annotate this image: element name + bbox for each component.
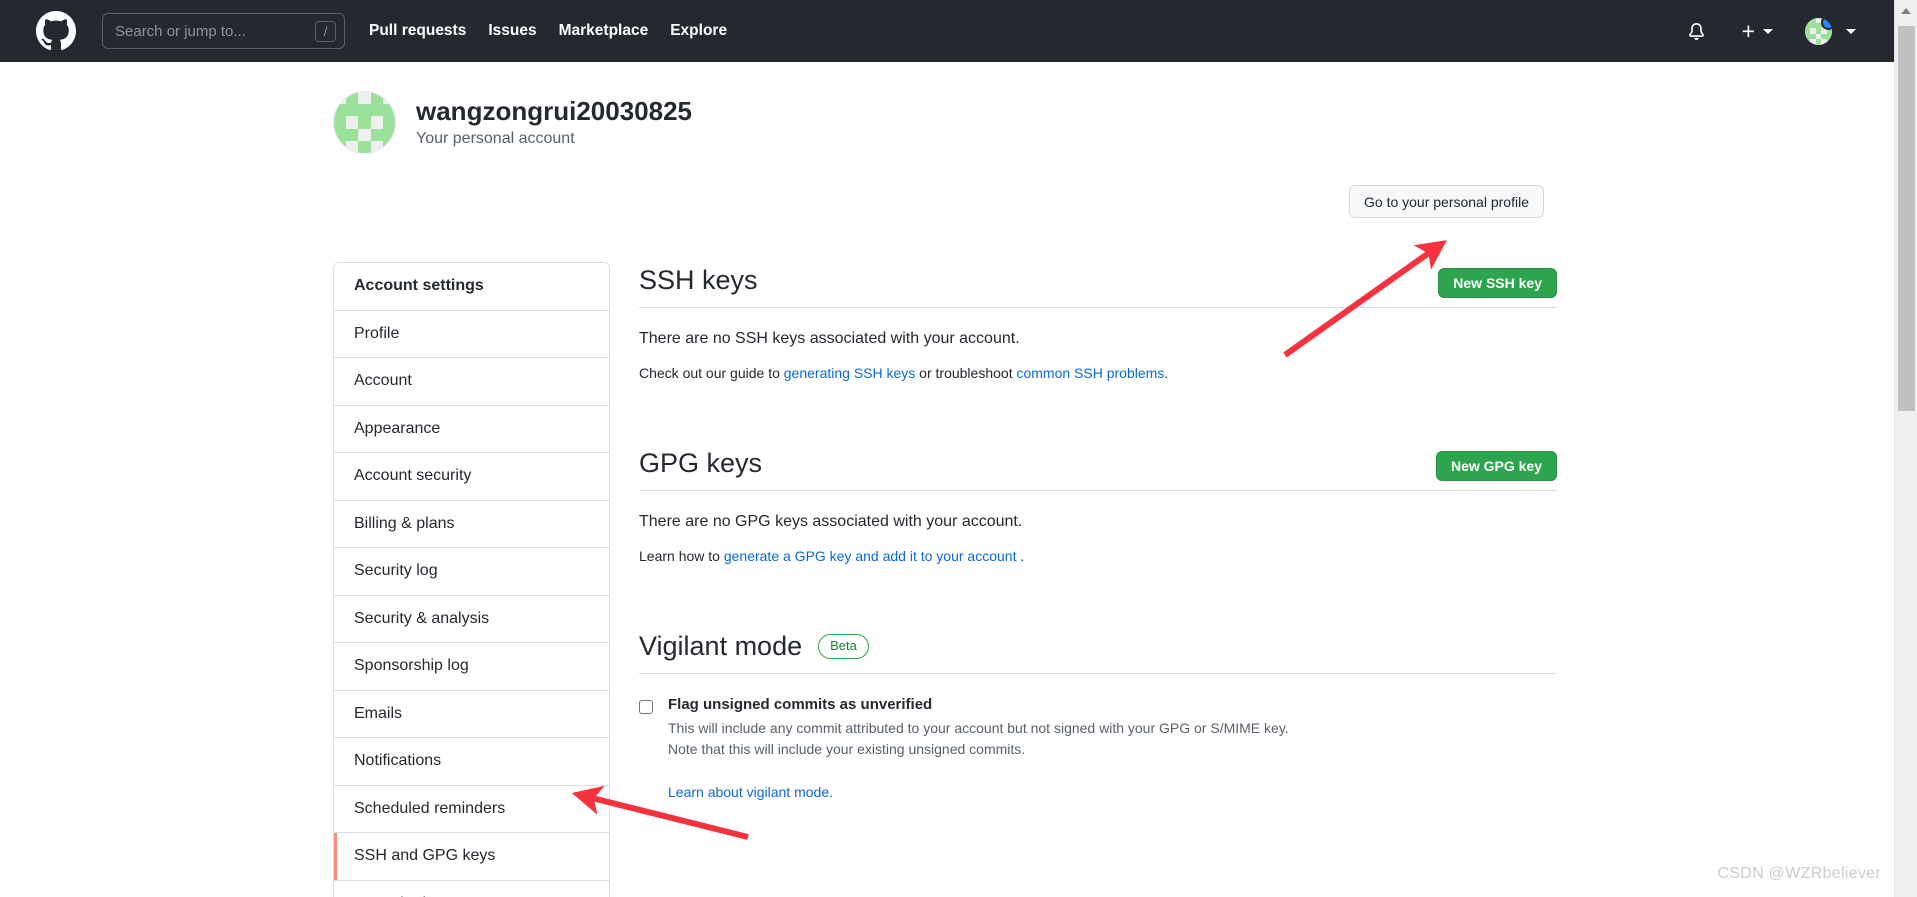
github-mark-icon[interactable] <box>36 11 76 51</box>
primary-nav: Pull requests Issues Marketplace Explore <box>369 22 727 40</box>
gpg-guide-prefix: Learn how to <box>639 548 724 564</box>
nav-link-issues[interactable]: Issues <box>488 22 536 40</box>
vigilant-description-line-2: Note that this will include your existin… <box>668 741 1026 757</box>
chevron-down-icon <box>1763 28 1773 34</box>
new-gpg-key-button[interactable]: New GPG key <box>1435 451 1557 481</box>
ssh-guide-suffix: . <box>1164 365 1169 381</box>
search-input[interactable]: Search or jump to... / <box>102 13 345 49</box>
user-avatar-identicon <box>1805 17 1832 45</box>
vigilant-mode-body: Flag unsigned commits as unverified This… <box>639 696 1557 800</box>
go-to-personal-profile-button[interactable]: Go to your personal profile <box>1349 185 1544 218</box>
status-indicator-dot <box>1821 17 1832 30</box>
nav-link-pull-requests[interactable]: Pull requests <box>369 22 466 40</box>
header-actions: + <box>1686 17 1874 45</box>
flag-unsigned-commits-label: Flag unsigned commits as unverified <box>668 696 933 713</box>
gpg-keys-guide-text: Learn how to generate a GPG key and add … <box>639 548 1557 564</box>
vigilant-description-line-1: This will include any commit attributed … <box>668 720 1289 736</box>
flag-unsigned-commits-checkbox[interactable] <box>639 700 653 714</box>
chevron-down-icon <box>1846 28 1856 34</box>
new-ssh-key-button[interactable]: New SSH key <box>1438 268 1557 298</box>
plus-icon: + <box>1741 17 1755 44</box>
ssh-guide-prefix: Check out our guide to <box>639 365 784 381</box>
generate-gpg-key-link[interactable]: generate a GPG key and add it to your ac… <box>724 548 1017 564</box>
gpg-keys-title: GPG keys <box>639 448 763 479</box>
gpg-guide-suffix: . <box>1016 548 1025 564</box>
sidebar-item-emails[interactable]: Emails <box>334 690 609 738</box>
common-ssh-problems-link[interactable]: common SSH problems <box>1016 365 1164 381</box>
sidebar-item-appearance[interactable]: Appearance <box>334 405 609 453</box>
bell-icon[interactable] <box>1686 18 1708 44</box>
search-placeholder: Search or jump to... <box>115 22 246 40</box>
ssh-keys-empty-message: There are no SSH keys associated with yo… <box>639 330 1020 347</box>
nav-link-marketplace[interactable]: Marketplace <box>559 22 649 40</box>
nav-link-explore[interactable]: Explore <box>670 22 727 40</box>
learn-about-vigilant-mode-link[interactable]: Learn about vigilant mode. <box>668 784 1289 800</box>
ssh-keys-section: SSH keys New SSH key There are no SSH ke… <box>639 262 1557 381</box>
scroll-up-arrow-icon[interactable] <box>1895 0 1917 22</box>
generating-ssh-keys-link[interactable]: generating SSH keys <box>784 365 916 381</box>
sidebar-item-notifications[interactable]: Notifications <box>334 738 609 786</box>
beta-badge: Beta <box>818 634 869 659</box>
sidebar-item-scheduled-reminders[interactable]: Scheduled reminders <box>334 785 609 833</box>
main-content: SSH keys New SSH key There are no SSH ke… <box>639 262 1557 800</box>
sidebar-item-security-log[interactable]: Security log <box>334 548 609 596</box>
sidebar-item-billing-and-plans[interactable]: Billing & plans <box>334 500 609 548</box>
gpg-keys-empty-message: There are no GPG keys associated with yo… <box>639 513 1023 530</box>
gpg-keys-title-row: GPG keys New GPG key <box>639 445 1557 491</box>
ssh-keys-title: SSH keys <box>639 265 758 296</box>
gpg-keys-section: GPG keys New GPG key There are no GPG ke… <box>639 445 1557 564</box>
vertical-scrollbar[interactable] <box>1894 0 1917 897</box>
sidebar-item-sponsorship-log[interactable]: Sponsorship log <box>334 643 609 691</box>
profile-subtitle: Your personal account <box>416 129 575 147</box>
ssh-keys-title-row: SSH keys New SSH key <box>639 262 1557 308</box>
settings-sidebar: Account settings Profile Account Appeara… <box>333 262 610 897</box>
vigilant-mode-title-row: Vigilant mode Beta <box>639 628 1557 674</box>
global-header: Search or jump to... / Pull requests Iss… <box>0 0 1894 62</box>
page-body: wangzongrui20030825 Your personal accoun… <box>0 62 1894 897</box>
watermark-text: CSDN @WZRbeliever <box>1717 865 1881 882</box>
sidebar-item-ssh-and-gpg-keys[interactable]: SSH and GPG keys <box>334 833 609 881</box>
profile-avatar-identicon <box>333 91 396 154</box>
scrollbar-thumb[interactable] <box>1898 26 1915 411</box>
user-menu-button[interactable] <box>1805 17 1856 45</box>
ssh-guide-middle: or troubleshoot <box>915 365 1017 381</box>
sidebar-heading: Account settings <box>334 263 609 311</box>
page-title: wangzongrui20030825 <box>416 96 692 127</box>
sidebar-item-account[interactable]: Account <box>334 358 609 406</box>
vigilant-mode-section: Vigilant mode Beta Flag unsigned commits… <box>639 628 1557 800</box>
create-new-button[interactable]: + <box>1741 17 1773 44</box>
sidebar-item-profile[interactable]: Profile <box>334 310 609 358</box>
sidebar-item-security-and-analysis[interactable]: Security & analysis <box>334 595 609 643</box>
ssh-keys-guide-text: Check out our guide to generating SSH ke… <box>639 365 1557 381</box>
vigilant-mode-title: Vigilant mode <box>639 631 803 662</box>
sidebar-item-account-security[interactable]: Account security <box>334 453 609 501</box>
sidebar-item-repositories[interactable]: Repositories <box>334 880 609 897</box>
profile-header: wangzongrui20030825 Your personal accoun… <box>333 91 692 154</box>
search-shortcut-key: / <box>315 20 336 42</box>
